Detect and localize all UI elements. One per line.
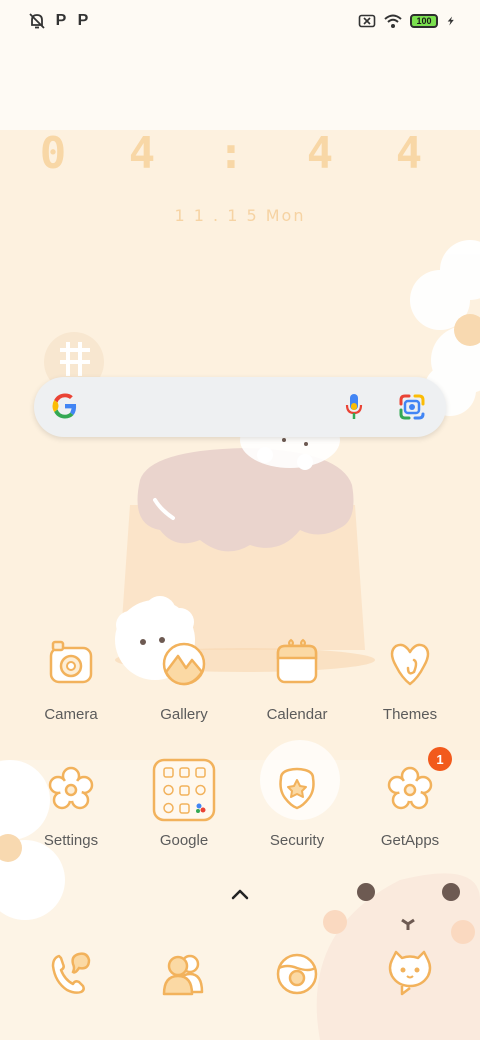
microphone-icon[interactable] xyxy=(344,392,364,422)
google-folder-icon xyxy=(152,758,216,822)
app-label: Themes xyxy=(382,706,438,723)
wifi-icon xyxy=(384,14,402,28)
google-search-bar[interactable] xyxy=(34,377,446,437)
app-label: Gallery xyxy=(160,706,208,723)
camera-icon xyxy=(49,640,93,684)
app-label: Calendar xyxy=(266,706,328,723)
chevron-up-icon[interactable] xyxy=(228,884,252,904)
clock-date[interactable]: 1 1 . 1 5 Mon xyxy=(0,206,480,225)
calendar-icon xyxy=(276,638,318,684)
google-lens-icon[interactable] xyxy=(398,393,426,421)
app-label: GetApps xyxy=(380,832,440,849)
app-calendar[interactable]: Calendar xyxy=(242,632,352,723)
settings-icon xyxy=(48,766,94,810)
p-icon: P xyxy=(77,12,89,29)
app-security[interactable]: Security xyxy=(242,758,352,849)
battery-icon: 100 xyxy=(410,14,438,28)
app-camera[interactable]: Camera xyxy=(16,632,126,723)
themes-icon xyxy=(390,643,430,686)
contacts-icon[interactable] xyxy=(152,942,216,1006)
app-gallery[interactable]: Gallery xyxy=(129,632,239,723)
phone-icon[interactable] xyxy=(39,942,103,1006)
app-label: Google xyxy=(159,832,209,849)
notification-badge: 1 xyxy=(428,747,452,771)
app-label: Settings xyxy=(43,832,99,849)
gallery-icon xyxy=(162,642,206,686)
battery-level: 100 xyxy=(416,16,432,26)
google-logo-icon xyxy=(52,393,77,419)
app-label: Camera xyxy=(44,706,98,723)
no-sim-icon xyxy=(358,14,376,28)
app-label: Security xyxy=(269,832,325,849)
messages-icon[interactable] xyxy=(378,942,442,1006)
notifications-off-icon xyxy=(29,13,45,29)
clock-time[interactable]: 0 4 : 4 4 xyxy=(0,128,480,179)
p-icon: P xyxy=(55,12,67,29)
charging-icon xyxy=(447,16,454,26)
status-bar: P P 100 xyxy=(0,0,480,44)
security-icon xyxy=(279,767,315,810)
app-getapps[interactable]: GetApps xyxy=(355,758,465,849)
app-settings[interactable]: Settings xyxy=(16,758,126,849)
browser-icon[interactable] xyxy=(265,942,329,1006)
app-themes[interactable]: Themes xyxy=(355,632,465,723)
app-google-folder[interactable]: Google xyxy=(129,758,239,849)
